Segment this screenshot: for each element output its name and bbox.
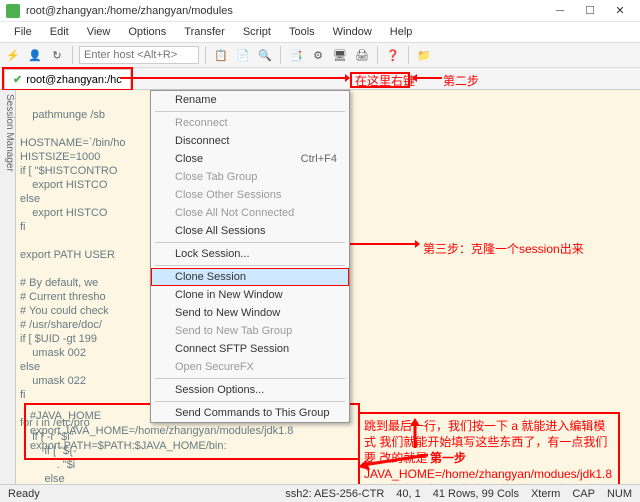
menu-window[interactable]: Window [325,24,380,40]
cm-connect-sftp[interactable]: Connect SFTP Session [151,340,349,358]
tool2-icon[interactable]: 🖨 [353,46,371,64]
menu-view[interactable]: View [79,24,119,40]
status-num: NUM [607,488,632,500]
cm-reconnect[interactable]: Reconnect [151,114,349,132]
menubar: File Edit View Options Transfer Script T… [0,22,640,42]
menu-tools[interactable]: Tools [281,24,323,40]
copy-icon[interactable]: 📋 [212,46,230,64]
app-icon [6,4,20,18]
window-title: root@zhangyan:/home/zhangyan/modules [26,5,546,17]
minimize-button[interactable]: ─ [546,2,574,20]
annotation-step3: 第三步：克隆一个session出来 [423,240,584,257]
check-icon: ✔ [13,73,22,86]
menu-script[interactable]: Script [235,24,279,40]
cm-session-options[interactable]: Session Options... [151,381,349,399]
arrow-step2-line [120,72,350,84]
status-pos: 40, 1 [396,488,420,500]
statusbar: Ready ssh2: AES-256-CTR 40, 1 41 Rows, 9… [0,484,640,502]
close-button[interactable]: ✕ [606,2,634,20]
menu-file[interactable]: File [6,24,40,40]
menu-help[interactable]: Help [382,24,421,40]
maximize-button[interactable]: ☐ [576,2,604,20]
cm-send-commands[interactable]: Send Commands to This Group [151,404,349,422]
session-manager-sidebar[interactable]: Session Manager [0,90,16,484]
cm-clone-new-window[interactable]: Clone in New Window [151,286,349,304]
cm-disconnect[interactable]: Disconnect [151,132,349,150]
profile-icon[interactable]: 👤 [26,46,44,64]
find-icon[interactable]: 🔍 [256,46,274,64]
tab-label: root@zhangyan:/hc [26,74,122,86]
menu-options[interactable]: Options [120,24,174,40]
arrow-step2 [412,72,442,84]
settings-icon[interactable]: ⚙ [309,46,327,64]
cm-rename[interactable]: Rename [151,91,349,109]
annotation-rightclick: 在这里右键 [355,72,415,89]
annotation-step2: 第二步 [443,72,479,89]
cm-clone[interactable]: Clone Session [151,268,349,286]
status-term: Xterm [531,488,560,500]
cm-send-new-tab-group[interactable]: Send to New Tab Group [151,322,349,340]
status-size: 41 Rows, 99 Cols [433,488,519,500]
tool1-icon[interactable]: 🖥 [331,46,349,64]
reconnect-icon[interactable]: ↻ [48,46,66,64]
cm-close-all[interactable]: Close All Sessions [151,222,349,240]
cm-open-securefx[interactable]: Open SecureFX [151,358,349,376]
cm-close-tab-group[interactable]: Close Tab Group [151,168,349,186]
menu-edit[interactable]: Edit [42,24,77,40]
bolt-icon[interactable]: ⚡ [4,46,22,64]
status-cipher: ssh2: AES-256-CTR [285,488,384,500]
host-input[interactable] [79,46,199,64]
cm-send-new-window[interactable]: Send to New Window [151,304,349,322]
context-menu: Rename Reconnect Disconnect CloseCtrl+F4… [150,90,350,423]
status-cap: CAP [572,488,595,500]
tab-session-active[interactable]: ✔ root@zhangyan:/hc [4,69,131,89]
toolbar: ⚡ 👤 ↻ 📋 📄 🔍 📑 ⚙ 🖥 🖨 ❓ 📁 [0,42,640,68]
status-ready: Ready [8,488,40,500]
arrow-step3 [350,238,420,250]
cm-close[interactable]: CloseCtrl+F4 [151,150,349,168]
cm-lock[interactable]: Lock Session... [151,245,349,263]
titlebar: root@zhangyan:/home/zhangyan/modules ─ ☐… [0,0,640,22]
help-icon[interactable]: ❓ [384,46,402,64]
annotation-step1: 第一步 [430,449,466,466]
sftp-icon[interactable]: 📁 [415,46,433,64]
menu-transfer[interactable]: Transfer [176,24,233,40]
arrow-step1-up [405,418,425,448]
cm-close-other[interactable]: Close Other Sessions [151,186,349,204]
cm-close-not-connected[interactable]: Close All Not Connected [151,204,349,222]
properties-icon[interactable]: 📑 [287,46,305,64]
paste-icon[interactable]: 📄 [234,46,252,64]
